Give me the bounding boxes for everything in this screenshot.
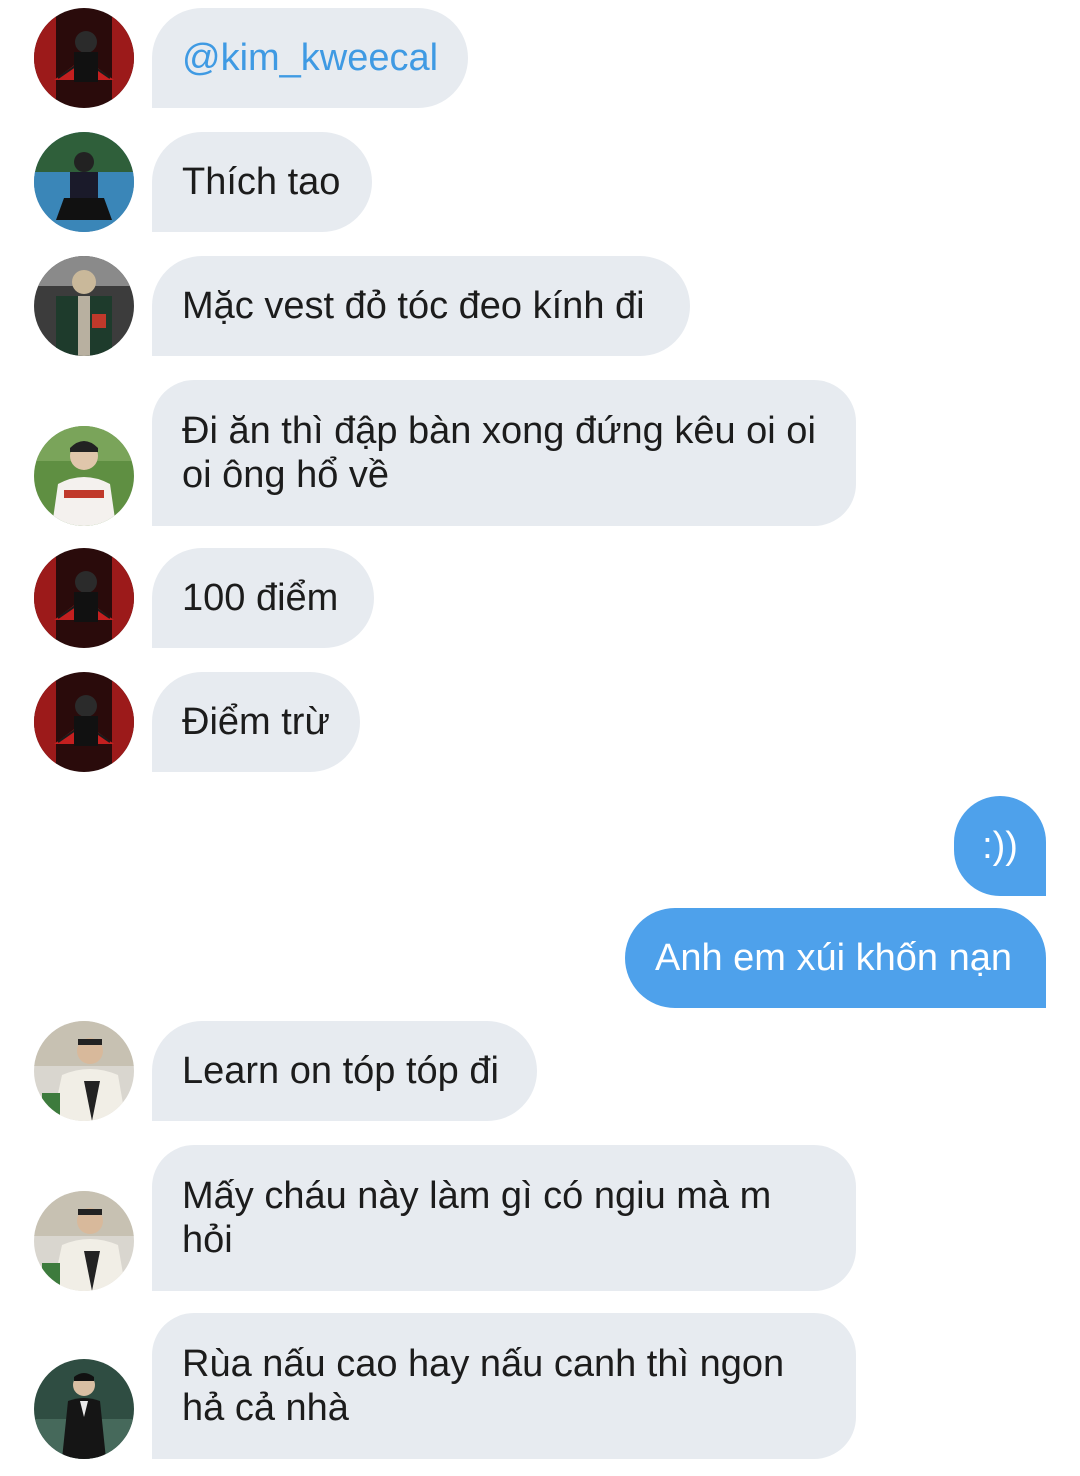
- message-text: Rùa nấu cao hay nấu canh thì ngon hả cả …: [182, 1343, 785, 1429]
- message-bubble-outgoing[interactable]: Anh em xúi khốn nạn: [625, 908, 1046, 1008]
- message-row: Learn on tóp tóp đi: [0, 1021, 1080, 1121]
- red-fan-avatar-icon[interactable]: [34, 548, 134, 648]
- message-text: Anh em xúi khốn nạn: [655, 937, 1013, 979]
- message-row: Đi ăn thì đập bàn xong đứng kêu oi oi oi…: [0, 380, 1080, 526]
- message-row: @kim_kweecal: [0, 8, 1080, 108]
- message-text: Learn on tóp tóp đi: [182, 1050, 499, 1092]
- message-row: 100 điểm: [0, 548, 1080, 648]
- red-fan-avatar-icon[interactable]: [34, 672, 134, 772]
- mention-link[interactable]: @kim_kweecal: [182, 36, 438, 80]
- message-text: 100 điểm: [182, 577, 339, 619]
- fleece-jacket-avatar-icon[interactable]: [34, 1021, 134, 1121]
- message-row: Điểm trừ: [0, 672, 1080, 772]
- dark-suit-avatar-icon[interactable]: [34, 1359, 134, 1459]
- message-text: Thích tao: [182, 161, 341, 203]
- message-bubble[interactable]: Mặc vest đỏ tóc đeo kính đi: [152, 256, 690, 356]
- message-bubble[interactable]: Mấy cháu này làm gì có ngiu mà m hỏi: [152, 1145, 856, 1291]
- message-bubble[interactable]: Đi ăn thì đập bàn xong đứng kêu oi oi oi…: [152, 380, 856, 526]
- message-bubble-outgoing[interactable]: :)): [954, 796, 1046, 896]
- message-text: Mặc vest đỏ tóc đeo kính đi: [182, 285, 645, 327]
- message-row-outgoing: :)): [0, 796, 1080, 896]
- message-row: Thích tao: [0, 132, 1080, 232]
- message-bubble[interactable]: Thích tao: [152, 132, 372, 232]
- message-text: Điểm trừ: [182, 701, 330, 743]
- message-text: :)): [982, 825, 1018, 867]
- message-bubble[interactable]: Rùa nấu cao hay nấu canh thì ngon hả cả …: [152, 1313, 856, 1459]
- message-bubble[interactable]: @kim_kweecal: [152, 8, 468, 108]
- jersey-avatar-icon[interactable]: [34, 256, 134, 356]
- message-row: Mặc vest đỏ tóc đeo kính đi: [0, 256, 1080, 356]
- message-text: Mấy cháu này làm gì có ngiu mà m hỏi: [182, 1175, 772, 1261]
- fleece-jacket-avatar-icon[interactable]: [34, 1191, 134, 1291]
- message-bubble[interactable]: Learn on tóp tóp đi: [152, 1021, 537, 1121]
- message-row-outgoing: Anh em xúi khốn nạn: [0, 908, 1080, 1008]
- message-bubble[interactable]: 100 điểm: [152, 548, 374, 648]
- court-sitting-avatar-icon[interactable]: [34, 132, 134, 232]
- red-fan-avatar-icon[interactable]: [34, 8, 134, 108]
- chat-thread: @kim_kweecal Thích tao Mặc vest đỏ tóc đ…: [0, 0, 1080, 1476]
- message-bubble[interactable]: Điểm trừ: [152, 672, 360, 772]
- landers-jersey-avatar-icon[interactable]: [34, 426, 134, 526]
- message-row: Mấy cháu này làm gì có ngiu mà m hỏi: [0, 1145, 1080, 1291]
- message-text: Đi ăn thì đập bàn xong đứng kêu oi oi oi…: [182, 410, 816, 496]
- message-row: Rùa nấu cao hay nấu canh thì ngon hả cả …: [0, 1313, 1080, 1459]
